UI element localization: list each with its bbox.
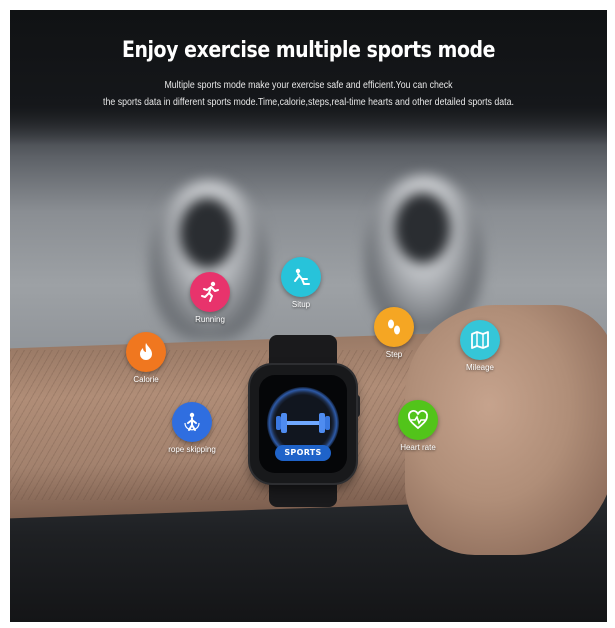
sport-label: Situp xyxy=(291,300,311,309)
sport-mileage: Mileage xyxy=(440,320,520,372)
map-icon xyxy=(460,320,500,360)
sport-heart-rate: Heart rate xyxy=(378,400,458,452)
sport-label: Calorie xyxy=(133,375,159,384)
situp-icon xyxy=(281,257,321,297)
sport-step: Step xyxy=(354,307,434,359)
description-line-1: Multiple sports mode make your exercise … xyxy=(164,80,453,91)
header-band xyxy=(10,10,607,145)
sports-label: SPORTS xyxy=(275,445,331,461)
running-icon xyxy=(190,272,230,312)
rope-skipping-icon xyxy=(172,402,212,442)
smartwatch: SPORTS xyxy=(250,365,356,483)
description-line-2: the sports data in different sports mode… xyxy=(103,97,514,108)
sport-calorie: Calorie xyxy=(106,332,186,384)
sport-label: Step xyxy=(385,350,403,359)
flame-icon xyxy=(126,332,166,372)
sport-running: Running xyxy=(170,272,250,324)
sport-label: Heart rate xyxy=(400,443,436,452)
watch-screen: SPORTS xyxy=(259,375,347,473)
sport-label: Mileage xyxy=(465,363,494,372)
product-photo: Enjoy exercise multiple sports mode Mult… xyxy=(10,10,607,622)
footprints-icon xyxy=(374,307,414,347)
sport-label: Running xyxy=(195,315,225,324)
heart-rate-icon xyxy=(398,400,438,440)
headline: Enjoy exercise multiple sports mode xyxy=(121,38,496,63)
sport-label: rope skipping xyxy=(168,445,216,454)
sport-situp: Situp xyxy=(261,257,341,309)
sport-rope-skipping: rope skipping xyxy=(152,402,232,454)
image-frame: Enjoy exercise multiple sports mode Mult… xyxy=(0,0,615,628)
